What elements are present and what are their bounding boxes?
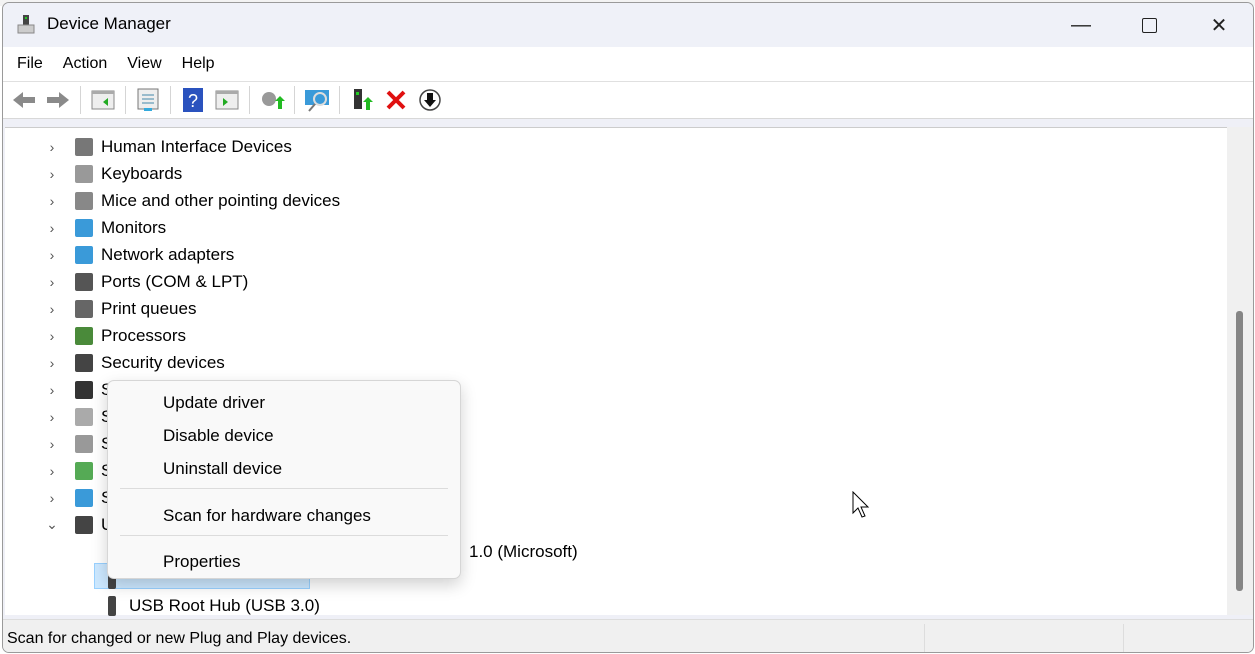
- tree-item-label: Security devices: [101, 352, 225, 372]
- menu-item-update-driver[interactable]: Update driver: [163, 393, 265, 413]
- menu-action[interactable]: Action: [53, 47, 117, 81]
- chevron-right-icon[interactable]: ›: [43, 328, 61, 344]
- tree-item[interactable]: ›S: [43, 430, 112, 457]
- usb-device-item[interactable]: USB Root Hub (USB 3.0): [99, 592, 320, 619]
- tree-item-label: Keyboards: [101, 163, 183, 183]
- software-device-icon: [71, 379, 97, 401]
- menu-item-uninstall-device[interactable]: Uninstall device: [163, 459, 282, 479]
- minimize-button[interactable]: —: [1058, 9, 1104, 41]
- back-icon[interactable]: [9, 85, 39, 115]
- chevron-right-icon[interactable]: ›: [43, 247, 61, 263]
- tree-item[interactable]: ›S: [43, 484, 112, 511]
- maximize-button[interactable]: [1126, 9, 1172, 41]
- tree-item-label: USB Root Hub (USB 3.0): [129, 595, 320, 615]
- update-driver-icon[interactable]: [257, 85, 287, 115]
- keyboard-icon: [71, 163, 97, 185]
- storage-icon: [71, 406, 97, 428]
- chevron-right-icon[interactable]: ›: [43, 490, 61, 506]
- chevron-right-icon[interactable]: ›: [43, 355, 61, 371]
- tree-item-label: Mice and other pointing devices: [101, 190, 341, 210]
- mouse-icon: [71, 190, 97, 212]
- action-pane-icon[interactable]: [212, 85, 242, 115]
- tree-item[interactable]: › Network adapters: [43, 241, 234, 268]
- chevron-right-icon[interactable]: ›: [43, 463, 61, 479]
- chevron-right-icon[interactable]: ›: [43, 274, 61, 290]
- help-icon[interactable]: ?: [178, 85, 208, 115]
- chevron-right-icon[interactable]: ›: [43, 220, 61, 236]
- svg-text:?: ?: [188, 91, 198, 111]
- processor-icon: [71, 325, 97, 347]
- show-hide-console-tree-icon[interactable]: [88, 85, 118, 115]
- usb-icon: [99, 595, 125, 617]
- enable-device-icon[interactable]: [347, 85, 377, 115]
- sound-icon: [71, 433, 97, 455]
- tree-item-label: Processors: [101, 325, 187, 345]
- tree-item[interactable]: › Monitors: [43, 214, 166, 241]
- system-device-icon: [71, 487, 97, 509]
- scan-hardware-icon[interactable]: [302, 85, 332, 115]
- context-menu: Update driver Disable device Uninstall d…: [107, 380, 461, 579]
- chevron-right-icon[interactable]: ›: [43, 301, 61, 317]
- printer-icon: [71, 298, 97, 320]
- tree-item-label: Ports (COM & LPT): [101, 271, 249, 291]
- tree-item[interactable]: ›S: [43, 457, 112, 484]
- chevron-right-icon[interactable]: ›: [43, 139, 61, 155]
- tree-item-label: Network adapters: [101, 244, 235, 264]
- window-title: Device Manager: [47, 14, 171, 33]
- chevron-right-icon[interactable]: ›: [43, 382, 61, 398]
- tree-item-label: Monitors: [101, 217, 167, 237]
- chevron-right-icon[interactable]: ›: [43, 436, 61, 452]
- hid-icon: [71, 136, 97, 158]
- network-icon: [71, 244, 97, 266]
- uninstall-icon[interactable]: [381, 85, 411, 115]
- device-manager-icon: [17, 15, 35, 34]
- tree-item-label: Print queues: [101, 298, 197, 318]
- usb-icon: [71, 514, 97, 536]
- tree-item[interactable]: › Security devices: [43, 349, 225, 376]
- port-icon: [71, 271, 97, 293]
- tree-item[interactable]: › Ports (COM & LPT): [43, 268, 248, 295]
- tree-item[interactable]: › Keyboards: [43, 160, 182, 187]
- tree-item[interactable]: ›S: [43, 403, 112, 430]
- vertical-scrollbar[interactable]: [1227, 127, 1253, 615]
- storage-controller-icon: [71, 460, 97, 482]
- tree-item[interactable]: › Print queues: [43, 295, 196, 322]
- monitor-icon: [71, 217, 97, 239]
- chevron-right-icon[interactable]: ›: [43, 166, 61, 182]
- tree-item[interactable]: › Mice and other pointing devices: [43, 187, 340, 214]
- tree-item[interactable]: ›S: [43, 376, 112, 403]
- menu-item-properties[interactable]: Properties: [163, 552, 240, 572]
- chevron-right-icon[interactable]: ›: [43, 409, 61, 425]
- menu-bar: File Action View Help: [3, 47, 1253, 81]
- security-icon: [71, 352, 97, 374]
- properties-icon[interactable]: [133, 85, 163, 115]
- mouse-cursor: [852, 491, 870, 518]
- menu-file[interactable]: File: [7, 47, 53, 81]
- chevron-down-icon[interactable]: ⌄: [43, 516, 61, 533]
- menu-view[interactable]: View: [117, 47, 171, 81]
- status-text: Scan for changed or new Plug and Play de…: [7, 630, 352, 647]
- tree-item[interactable]: › Human Interface Devices: [43, 133, 292, 160]
- menu-item-disable-device[interactable]: Disable device: [163, 426, 274, 446]
- tree-item[interactable]: › Processors: [43, 322, 186, 349]
- forward-icon[interactable]: [43, 85, 73, 115]
- menu-item-scan-hardware[interactable]: Scan for hardware changes: [163, 506, 371, 526]
- chevron-right-icon[interactable]: ›: [43, 193, 61, 209]
- tree-item-label: 1.0 (Microsoft): [469, 541, 578, 561]
- status-bar: Scan for changed or new Plug and Play de…: [3, 619, 1253, 652]
- toolbar: ?: [3, 81, 1253, 119]
- disable-device-icon[interactable]: [415, 85, 445, 115]
- tree-item-label: Human Interface Devices: [101, 136, 292, 156]
- title-bar: Device Manager — ✕: [3, 3, 1253, 47]
- menu-help[interactable]: Help: [172, 47, 225, 81]
- close-button[interactable]: ✕: [1196, 9, 1242, 41]
- scrollbar-thumb[interactable]: [1236, 311, 1243, 591]
- tree-item[interactable]: ⌄U: [43, 511, 113, 538]
